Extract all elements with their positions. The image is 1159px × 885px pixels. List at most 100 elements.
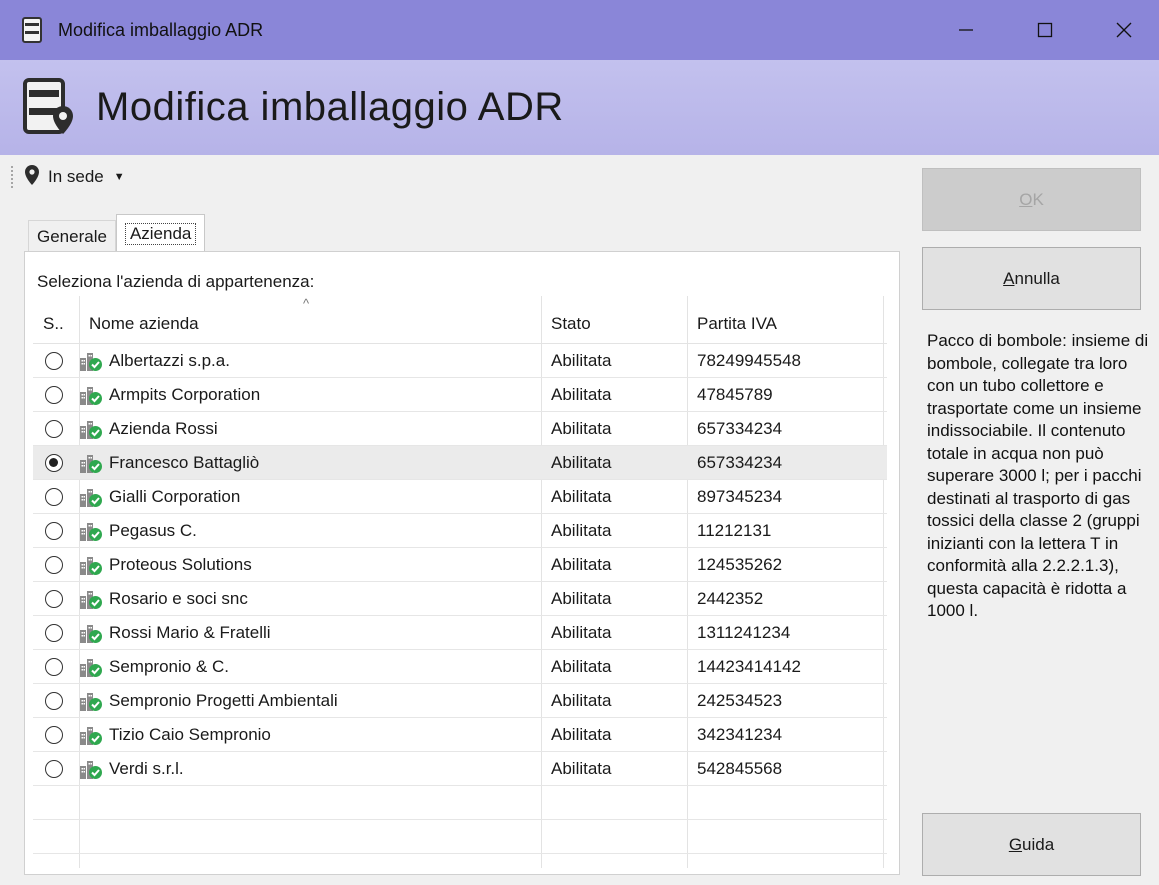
company-enabled-icon (79, 519, 103, 543)
company-name-cell: Sempronio Progetti Ambientali (109, 691, 338, 710)
help-button[interactable]: Guida (922, 813, 1141, 876)
sort-ascending-icon: ^ (303, 296, 310, 311)
row-select-radio[interactable] (45, 726, 63, 744)
company-enabled-icon (79, 417, 103, 441)
vat-cell: 124535262 (697, 555, 783, 574)
table-row[interactable]: Albertazzi s.p.a. Abilitata 78249945548 (33, 344, 887, 378)
title-bar: Modifica imballaggio ADR (0, 0, 1159, 60)
table-row[interactable]: Proteous Solutions Abilitata 124535262 (33, 548, 887, 582)
ok-mnemonic: O (1019, 189, 1033, 209)
row-select-radio[interactable] (45, 556, 63, 574)
vat-cell: 11212131 (697, 521, 772, 540)
status-cell: Abilitata (551, 623, 612, 642)
tab-strip: Generale Azienda (28, 212, 206, 252)
vat-cell: 342341234 (697, 725, 783, 744)
vat-cell: 897345234 (697, 487, 783, 506)
help-description: Pacco di bombole: insieme di bombole, co… (927, 331, 1149, 620)
company-enabled-icon (79, 451, 103, 475)
table-row[interactable]: Tizio Caio Sempronio Abilitata 342341234 (33, 718, 887, 752)
company-grid: ^ S.. Nome azienda Stato Partita IVA Alb… (33, 296, 887, 868)
tab-label: Azienda (124, 222, 197, 245)
company-name-cell: Proteous Solutions (109, 555, 252, 574)
vat-cell: 78249945548 (697, 351, 802, 370)
vat-cell: 14423414142 (697, 657, 802, 676)
row-select-radio[interactable] (45, 658, 63, 676)
minimize-button[interactable] (937, 0, 995, 60)
company-name-cell: Rosario e soci snc (109, 589, 248, 608)
company-enabled-icon (79, 553, 103, 577)
status-cell: Abilitata (551, 453, 612, 472)
table-row[interactable]: Verdi s.r.l. Abilitata 542845568 (33, 752, 887, 786)
tab-generale[interactable]: Generale (28, 220, 116, 252)
status-cell: Abilitata (551, 691, 612, 710)
vat-cell: 47845789 (697, 385, 773, 404)
status-cell: Abilitata (551, 555, 612, 574)
company-enabled-icon (79, 655, 103, 679)
help-mnemonic: G (1008, 834, 1023, 854)
company-name-cell: Sempronio & C. (109, 657, 229, 676)
table-row[interactable]: Gialli Corporation Abilitata 897345234 (33, 480, 887, 514)
empty-row (33, 820, 887, 854)
vat-cell: 242534523 (697, 691, 783, 710)
app-icon (18, 14, 46, 46)
table-row[interactable]: Armpits Corporation Abilitata 47845789 (33, 378, 887, 412)
grid-header: ^ S.. Nome azienda Stato Partita IVA (33, 296, 887, 344)
column-header-status[interactable]: Stato (551, 314, 591, 334)
cancel-label: nnulla (1014, 268, 1060, 288)
status-cell: Abilitata (551, 351, 612, 370)
table-row[interactable]: Pegasus C. Abilitata 11212131 (33, 514, 887, 548)
status-cell: Abilitata (551, 759, 612, 778)
location-dropdown[interactable]: In sede ▼ (24, 164, 125, 191)
company-name-cell: Francesco Battagliò (109, 453, 260, 472)
row-select-radio[interactable] (45, 522, 63, 540)
status-cell: Abilitata (551, 657, 612, 676)
row-select-radio[interactable] (45, 420, 63, 438)
status-cell: Abilitata (551, 589, 612, 608)
cancel-button[interactable]: Annulla (922, 247, 1141, 310)
row-select-radio[interactable] (45, 590, 63, 608)
vat-cell: 657334234 (697, 419, 783, 438)
table-row[interactable]: Azienda Rossi Abilitata 657334234 (33, 412, 887, 446)
tab-azienda[interactable]: Azienda (115, 214, 206, 252)
table-row[interactable]: Francesco Battagliò Abilitata 657334234 (33, 446, 887, 480)
table-row[interactable]: Rossi Mario & Fratelli Abilitata 131124123… (33, 616, 887, 650)
close-button[interactable] (1095, 0, 1153, 60)
row-select-radio[interactable] (45, 352, 63, 370)
column-header-name[interactable]: Nome azienda (89, 314, 199, 334)
row-select-radio[interactable] (45, 624, 63, 642)
column-header-vat[interactable]: Partita IVA (697, 314, 777, 334)
company-enabled-icon (79, 485, 103, 509)
company-enabled-icon (79, 689, 103, 713)
vat-cell: 542845568 (697, 759, 783, 778)
row-select-radio[interactable] (45, 386, 63, 404)
header-banner: Modifica imballaggio ADR (0, 60, 1159, 155)
vat-cell: 657334234 (697, 453, 783, 472)
maximize-button[interactable] (1016, 0, 1074, 60)
company-name-cell: Gialli Corporation (109, 487, 241, 506)
row-select-radio[interactable] (45, 760, 63, 778)
company-name-cell: Azienda Rossi (109, 419, 218, 438)
row-select-radio[interactable] (45, 488, 63, 506)
ok-button[interactable]: OK (922, 168, 1141, 231)
table-row[interactable]: Rosario e soci snc Abilitata 2442352 (33, 582, 887, 616)
company-name-cell: Tizio Caio Sempronio (109, 725, 271, 744)
ok-label: K (1032, 189, 1044, 209)
company-enabled-icon (79, 587, 103, 611)
row-select-radio[interactable] (45, 454, 63, 472)
table-row[interactable]: Sempronio & C. Abilitata 14423414142 (33, 650, 887, 684)
company-name-cell: Albertazzi s.p.a. (109, 351, 230, 370)
tab-panel-azienda: Seleziona l'azienda di appartenenza: ^ S… (24, 251, 900, 875)
column-header-select[interactable]: S.. (43, 314, 64, 334)
vat-cell: 2442352 (697, 589, 764, 608)
location-toolbar: In sede ▼ (0, 158, 125, 196)
window-title: Modifica imballaggio ADR (58, 19, 264, 40)
table-row[interactable]: Sempronio Progetti Ambientali Abilitata 24… (33, 684, 887, 718)
row-select-radio[interactable] (45, 692, 63, 710)
vat-cell: 1311241234 (697, 623, 791, 642)
toolbar-grip[interactable] (10, 165, 14, 189)
page-title: Modifica imballaggio ADR (96, 85, 564, 129)
company-name-cell: Armpits Corporation (109, 385, 261, 404)
map-pin-icon (24, 164, 40, 191)
company-name-cell: Verdi s.r.l. (109, 759, 184, 778)
status-cell: Abilitata (551, 385, 612, 404)
